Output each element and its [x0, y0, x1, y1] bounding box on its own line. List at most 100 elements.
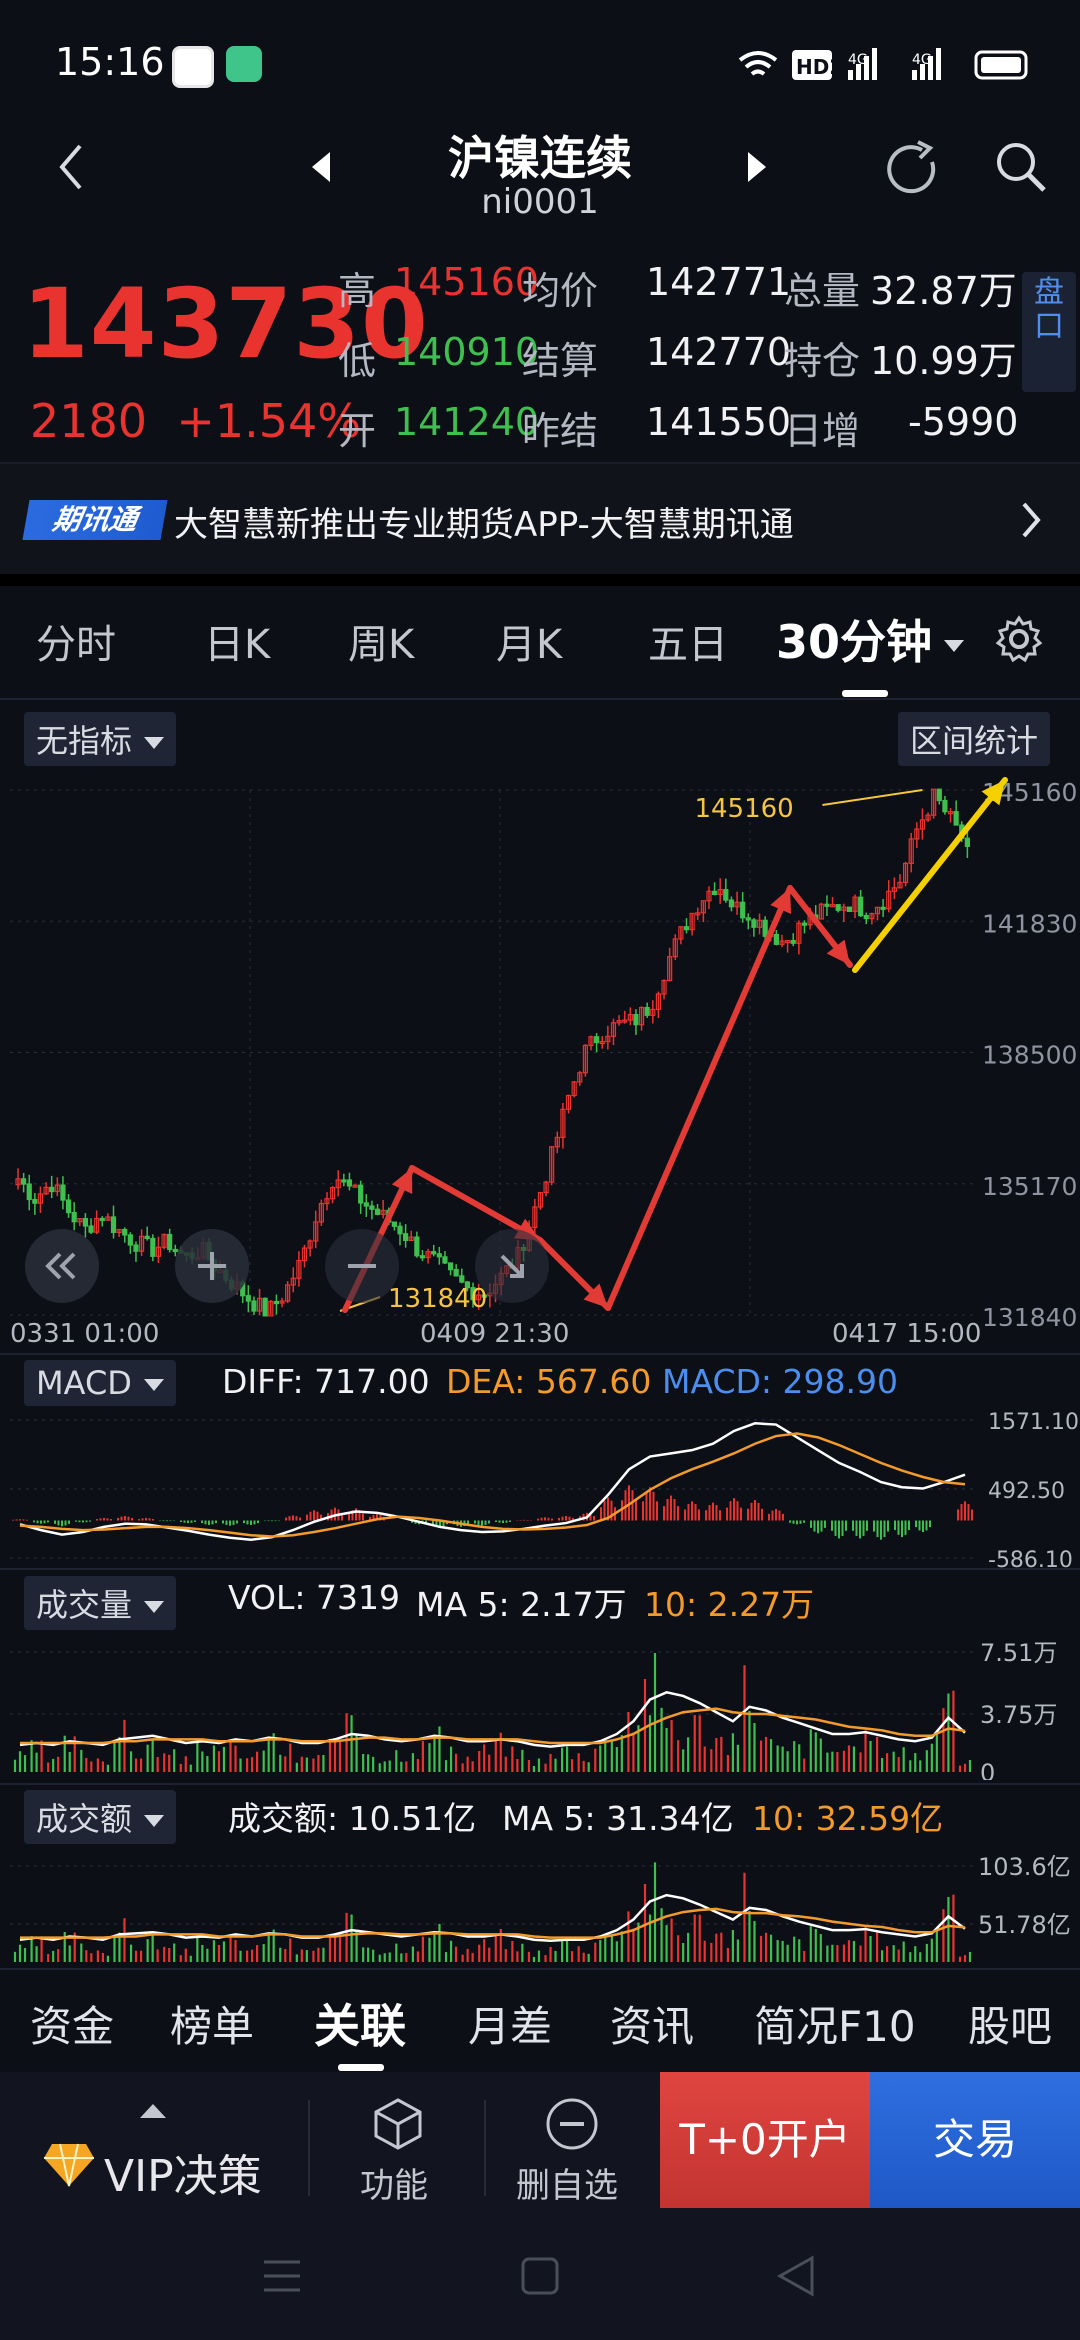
menu-icon[interactable]: [262, 2256, 302, 2296]
candle-body: [133, 1244, 139, 1252]
tab-divider: [0, 698, 1080, 700]
caret-down-icon: [144, 1601, 165, 1613]
y-axis-tick-label: 3.75万: [980, 1701, 1057, 1729]
function-cube-icon[interactable]: [372, 2096, 424, 2152]
open-label: 开: [338, 409, 377, 453]
amount-chip-label: 成交额: [36, 1800, 133, 1838]
candle-body: [442, 1256, 448, 1264]
candle-body: [964, 837, 970, 847]
order-book-toggle[interactable]: 盘口: [1022, 272, 1076, 392]
bottom-tab-related[interactable]: 关联: [314, 1990, 406, 2056]
daily-change-value: -5990: [908, 400, 1019, 444]
caret-down-icon: [144, 1815, 165, 1827]
hd-label: HD2: [796, 55, 843, 79]
candle-body: [447, 1262, 454, 1271]
caret-down-icon: [144, 737, 165, 749]
candle-body: [71, 1212, 77, 1223]
change-value: 2180: [30, 394, 148, 448]
tab-weekly-k[interactable]: 周K: [348, 612, 414, 670]
zoom-in-button[interactable]: [174, 1228, 250, 1304]
tab-30min[interactable]: 30分钟: [776, 606, 965, 672]
y-axis-tick-label: 138500: [982, 1041, 1077, 1070]
back-nav-icon[interactable]: [776, 2254, 816, 2298]
next-contract-icon[interactable]: [746, 150, 770, 184]
candle-body: [391, 1221, 397, 1227]
promo-text: 大智慧新推出专业期货APP-大智慧期讯通: [174, 505, 794, 545]
trend-arrow-up-2: [605, 885, 793, 1311]
tab-monthly-k[interactable]: 月K: [496, 612, 562, 670]
candle-body: [419, 1255, 426, 1259]
refresh-icon[interactable]: [884, 140, 944, 200]
candle-body: [346, 1179, 353, 1187]
volume-selector[interactable]: 成交量: [24, 1576, 177, 1630]
home-icon[interactable]: [520, 2256, 560, 2296]
macd-selector[interactable]: MACD: [24, 1360, 176, 1406]
candle-body: [858, 896, 864, 917]
bottom-tab-funds[interactable]: 资金: [30, 1993, 114, 2054]
caret-down-icon: [143, 1379, 164, 1391]
caret-up-icon[interactable]: [138, 2100, 168, 2120]
macd-value: MACD: 298.90: [662, 1362, 898, 1401]
candle-body: [773, 933, 779, 945]
high-value: 145160: [394, 260, 540, 304]
candle-body: [414, 1236, 420, 1257]
app-notification-icon: [172, 46, 214, 88]
search-icon[interactable]: [994, 140, 1050, 196]
volume-ma10: 10: 2.27万: [644, 1585, 815, 1624]
settings-gear-icon[interactable]: [994, 614, 1044, 664]
x-axis-tick-label: 0331 01:00: [10, 1319, 159, 1349]
max-annotation: 145160: [694, 794, 793, 824]
trade-button[interactable]: 交易: [870, 2072, 1080, 2208]
high-label: 高: [338, 269, 377, 313]
bottom-tab-forum[interactable]: 股吧: [968, 1993, 1052, 2054]
zoom-out-button[interactable]: [324, 1228, 400, 1304]
candle-body: [21, 1178, 27, 1185]
candle-body: [341, 1179, 347, 1183]
trend-arrow-up-3: [852, 777, 1008, 973]
y-axis-tick-label: 51.78亿: [978, 1911, 1071, 1939]
status-icons: HD2 4G 4G: [738, 48, 1028, 80]
bottom-tab-f10[interactable]: 简况F10: [754, 1993, 916, 2054]
candle-body: [403, 1233, 409, 1242]
candle-body: [723, 889, 729, 901]
indicator-selector[interactable]: 无指标: [24, 712, 177, 766]
panel-divider: [0, 1968, 1080, 1970]
bottom-tab-rankings[interactable]: 榜单: [170, 1993, 254, 2054]
panel-divider: [0, 1783, 1080, 1785]
remove-watchlist-label: 删自选: [516, 2166, 618, 2206]
chevron-right-icon[interactable]: [1020, 500, 1044, 540]
candle-body: [683, 926, 690, 931]
diff-line: [19, 1422, 966, 1541]
amount-selector[interactable]: 成交额: [24, 1790, 177, 1844]
tab-daily-k[interactable]: 日K: [204, 612, 270, 670]
t0-account-button[interactable]: T+0开户: [660, 2072, 870, 2208]
settle-value: 142770: [646, 330, 792, 374]
volume-label: 总量: [784, 269, 861, 313]
status-time: 15:16: [55, 40, 165, 84]
candle-body: [262, 1297, 268, 1317]
amount-ma10: 10: 32.59亿: [752, 1799, 944, 1838]
macd-label: MACD: [36, 1364, 132, 1402]
candle-body: [790, 939, 796, 944]
candle-body: [65, 1199, 72, 1214]
scroll-left-button[interactable]: [24, 1228, 100, 1304]
amount-chart: 103.6亿 51.78亿: [10, 1853, 1071, 1962]
candle-body: [633, 1014, 639, 1026]
tab-intraday[interactable]: 分时: [36, 612, 116, 670]
tab-five-day[interactable]: 五日: [648, 612, 728, 670]
remove-watchlist-icon[interactable]: [544, 2096, 600, 2152]
fullscreen-button[interactable]: [474, 1228, 550, 1304]
macd-diff-value: DIFF: 717.00: [222, 1362, 430, 1401]
y-axis-tick-label: 0: [980, 1759, 995, 1780]
range-stats-button[interactable]: 区间统计: [898, 712, 1051, 766]
price-change: 2180 +1.54%: [30, 394, 361, 448]
settle-label: 结算: [522, 339, 599, 383]
candle-body: [436, 1253, 442, 1258]
bottom-tab-news[interactable]: 资讯: [610, 1993, 694, 2054]
y-axis-tick-label: 141830: [982, 909, 1077, 938]
vip-decision-button[interactable]: VIP决策: [104, 2140, 262, 2204]
divider: [0, 574, 1080, 586]
change-percent: +1.54%: [176, 394, 362, 448]
candle-body: [82, 1218, 89, 1227]
bottom-tab-spread[interactable]: 月差: [468, 1993, 552, 2054]
